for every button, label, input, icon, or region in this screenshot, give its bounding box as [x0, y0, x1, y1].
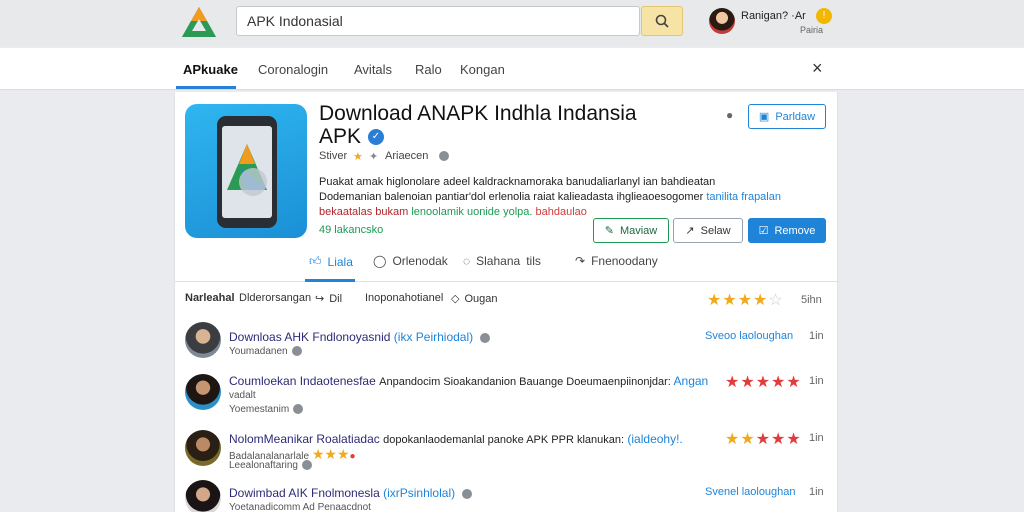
info-icon: [462, 488, 473, 499]
nav-item-coronalogin[interactable]: Coronalogin: [258, 62, 328, 77]
tab-slahana[interactable]: ◌ Slahana tils: [463, 254, 541, 268]
description-highlight-3: bahdaulao: [535, 206, 587, 218]
save-button[interactable]: ▣ Parldaw: [748, 104, 826, 129]
avatar[interactable]: [185, 374, 221, 410]
phone-icon: [217, 116, 277, 228]
review-author: Leealonaftaring: [229, 460, 312, 471]
search-icon: [655, 14, 669, 28]
share-alt-icon: ↪: [315, 293, 325, 305]
remove-button[interactable]: ☑ Remove: [748, 218, 826, 243]
review-author: Yoemestanim: [229, 404, 304, 415]
app-logo-icon[interactable]: [180, 5, 218, 39]
rating-count: 5ihn: [801, 294, 822, 306]
edit-icon: ↗: [685, 225, 695, 237]
avatar[interactable]: [185, 322, 221, 358]
review-time: 1in: [809, 432, 824, 444]
app-detail-card: Download ANAPK Indhla Indansia APK ✓ Sti…: [174, 92, 839, 512]
review-source[interactable]: Sveoo laoloughan: [705, 330, 793, 342]
search-button[interactable]: [641, 6, 683, 36]
notification-badge-icon[interactable]: !: [816, 8, 832, 24]
avatar[interactable]: [185, 480, 221, 512]
tab-active-indicator: [305, 279, 355, 282]
share-button[interactable]: ↗ Selaw: [673, 218, 743, 243]
description-line-2: Dodemanian balenoian pantiar'dol erlenol…: [319, 191, 704, 203]
description-highlight-1: bekaatalas bukam: [319, 206, 409, 218]
main-nav: APkuake Coronalogin Avitals Ralo Kongan …: [0, 48, 1024, 90]
check-icon: ☑: [758, 225, 769, 237]
review-time: 1in: [809, 375, 824, 387]
filter-3[interactable]: Inoponahotianel: [365, 292, 443, 304]
share-icon[interactable]: ●: [726, 108, 733, 122]
nav-item-avitals[interactable]: Avitals: [354, 62, 392, 77]
chat-icon: ◯: [373, 254, 387, 268]
review-title[interactable]: NolomMeanikar Roalatiadac dopokanlaodema…: [229, 432, 683, 446]
description-highlight-2: lenoolamik uonide yolpa.: [411, 206, 533, 218]
thumbs-up-icon: 👍︎: [309, 254, 322, 268]
filter-1[interactable]: Dlderorsangan: [239, 292, 311, 304]
nav-item-apkuake[interactable]: APkuake: [183, 62, 238, 77]
tab-liala[interactable]: 👍︎ Liala: [309, 254, 353, 269]
filter-2[interactable]: ↪ Dil: [315, 292, 342, 306]
close-icon[interactable]: ×: [812, 58, 823, 79]
info-icon: [480, 332, 491, 343]
star-icon: ★: [353, 151, 363, 163]
review-source[interactable]: Svenel laoloughan: [705, 486, 796, 498]
tab-fnenoodany[interactable]: ↷ Fnenoodany: [575, 254, 658, 268]
user-name[interactable]: Ranigan? ·Ar: [741, 10, 806, 22]
pin-icon: ✦: [369, 151, 379, 163]
bookmark-icon: ▣: [758, 111, 770, 123]
review-author: Yoetanadicomm Ad Penaacdnot: [229, 502, 371, 512]
category-label[interactable]: Ariaecen: [385, 150, 428, 162]
user-subtitle: Pairia: [800, 25, 824, 35]
top-bar: APK Indonasial Ranigan? ·Ar ! Pairia: [0, 0, 1024, 46]
rating-filter-stars[interactable]: ★★★★☆: [707, 290, 784, 310]
review-subtitle: vadalt: [229, 390, 256, 401]
detail-tabs: 👍︎ Liala ◯ Orlenodak ◌ Slahana tils ↷ Fn…: [175, 250, 839, 282]
nav-item-kongan[interactable]: Kongan: [460, 62, 505, 77]
review-title[interactable]: Coumloekan Indaotenesfae Anpandocim Sioa…: [229, 374, 708, 388]
search-input[interactable]: APK Indonasial: [236, 6, 640, 36]
forward-icon: ↷: [575, 254, 586, 268]
user-avatar[interactable]: [709, 8, 735, 34]
comment-icon: ◌: [463, 254, 471, 268]
review-time: 1in: [809, 486, 824, 498]
info-icon: [439, 151, 449, 162]
review-title[interactable]: Downloas AHK Fndlonoyasnid (ikx Peirhiod…: [229, 330, 491, 344]
pencil-icon: ✎: [604, 225, 614, 237]
review-title[interactable]: Dowimbad AIK Fnolmonesla (ixrPsinhlolal): [229, 486, 473, 500]
verified-icon: ✓: [368, 129, 384, 145]
nav-item-ralo[interactable]: Ralo: [415, 62, 442, 77]
app-icon: [185, 104, 307, 238]
description-line-1: Puakat amak higlonolare adeel kaldrackna…: [319, 176, 716, 188]
sort-label[interactable]: Narleahal: [185, 292, 235, 304]
developer-name[interactable]: Stiver: [319, 150, 347, 162]
review-stars: ★★★★★: [725, 374, 802, 391]
tag-icon: ◇: [451, 293, 460, 305]
review-button[interactable]: ✎ Maviaw: [593, 218, 669, 243]
review-stars: ★★★★★: [725, 431, 802, 448]
description-link-1[interactable]: tanilita frapalan: [706, 191, 781, 203]
filter-4[interactable]: ◇ Ougan: [451, 292, 498, 306]
tab-orlenodak[interactable]: ◯ Orlenodak: [373, 254, 448, 268]
app-title-apk: APK: [319, 125, 362, 148]
app-title: Download ANAPK Indhla Indansia: [319, 102, 637, 125]
review-time: 1in: [809, 330, 824, 342]
avatar[interactable]: [185, 430, 221, 466]
nav-active-indicator: [176, 86, 236, 89]
review-author: Youmadanen: [229, 346, 302, 357]
